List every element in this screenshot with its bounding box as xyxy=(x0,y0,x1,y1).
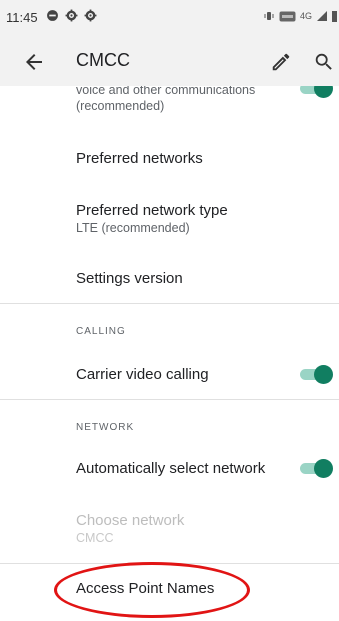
list-item-preferred-networks[interactable]: Preferred networks xyxy=(76,150,203,167)
data-saver-icon xyxy=(47,10,58,21)
list-item-auto-select-network[interactable]: Automatically select network xyxy=(76,460,265,477)
item-subtitle-line2: (recommended) xyxy=(76,99,165,113)
list-item-carrier-video-calling[interactable]: Carrier video calling xyxy=(76,366,209,383)
item-title: Preferred networks xyxy=(76,150,203,167)
item-title: Choose network xyxy=(76,512,185,529)
pencil-edit-icon[interactable] xyxy=(270,51,292,73)
item-title: Preferred network type xyxy=(76,202,228,219)
toggle-thumb xyxy=(314,86,333,98)
gear-icon xyxy=(65,9,78,22)
highlight-annotation-ring xyxy=(54,562,250,618)
section-header-network: NETWORK xyxy=(76,422,135,433)
battery-icon xyxy=(332,11,337,22)
settings-list[interactable]: voice and other communications (recommen… xyxy=(0,86,339,621)
carrier-video-calling-toggle[interactable] xyxy=(300,364,333,384)
status-system-icons: 4G xyxy=(263,10,337,22)
page-title: CMCC xyxy=(76,50,130,70)
wifi-calling-toggle[interactable] xyxy=(300,86,333,98)
volte-icon xyxy=(279,11,296,21)
divider xyxy=(0,303,339,304)
back-arrow-icon[interactable] xyxy=(22,50,46,74)
network-type-label: 4G xyxy=(299,11,312,21)
signal-icon xyxy=(317,11,327,21)
auto-select-network-toggle[interactable] xyxy=(300,458,333,478)
status-time: 11:45 xyxy=(6,10,38,25)
search-icon[interactable] xyxy=(313,51,335,73)
item-subtitle: LTE (recommended) xyxy=(76,221,190,235)
item-title: Carrier video calling xyxy=(76,366,209,383)
list-item-wifi-calling-partial[interactable]: voice and other communications (recommen… xyxy=(76,86,255,113)
item-subtitle: CMCC xyxy=(76,531,114,545)
divider xyxy=(0,399,339,400)
vibrate-icon xyxy=(264,12,274,20)
status-bar: 11:45 4G xyxy=(0,0,339,38)
item-subtitle-line1: voice and other communications xyxy=(76,86,256,97)
toggle-thumb xyxy=(314,459,333,478)
section-header-calling: CALLING xyxy=(76,326,126,337)
gear-icon xyxy=(84,9,97,22)
app-toolbar: CMCC xyxy=(0,38,339,86)
list-item-choose-network: Choose network CMCC xyxy=(76,512,184,545)
toggle-thumb xyxy=(314,365,333,384)
list-item-settings-version[interactable]: Settings version xyxy=(76,270,183,287)
item-title: Automatically select network xyxy=(76,460,266,477)
item-title: Settings version xyxy=(76,270,183,287)
list-item-preferred-network-type[interactable]: Preferred network type LTE (recommended) xyxy=(76,202,228,235)
status-notification-icons xyxy=(46,9,97,22)
